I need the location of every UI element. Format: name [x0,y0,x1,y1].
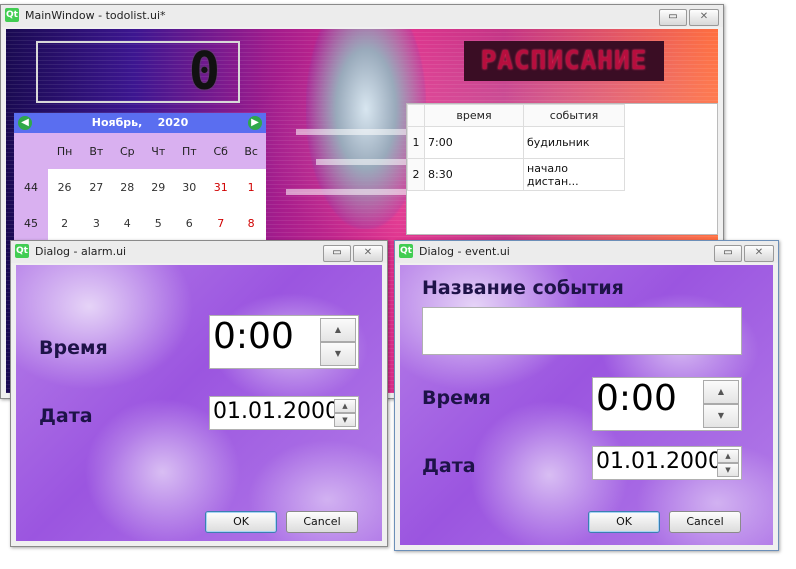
alarm-dialog-title: Dialog - alarm.ui [35,245,127,258]
weekday-header: Вт [81,133,112,169]
calendar-grid: Пн Вт Ср Чт Пт Сб Вс 44 26 27 28 29 30 3… [14,133,266,243]
weekday-header: Пт [173,133,206,169]
weekday-header-row: Пн Вт Ср Чт Пт Сб Вс [14,133,266,169]
calendar-day[interactable]: 31 [205,169,236,205]
close-button[interactable]: ✕ [744,245,774,262]
calendar-week-row: 45 2 3 4 5 6 7 8 [14,205,266,243]
weekday-header: Вс [236,133,266,169]
alarm-dialog-titlebar[interactable]: Qt Dialog - alarm.ui ▭ ✕ [11,241,387,263]
calendar-month[interactable]: Ноябрь, [92,116,143,129]
calendar-nav-bar: ◀ Ноябрь, 2020 ▶ [14,113,266,133]
weekday-header: Чт [143,133,174,169]
event-dialog-title: Dialog - event.ui [419,245,510,258]
main-window-title: MainWindow - todolist.ui* [25,9,166,22]
time-value[interactable]: 0:00 [596,378,677,419]
schedule-header-row: время события [407,104,625,127]
calendar-day[interactable]: 8 [236,205,266,242]
date-value[interactable]: 01.01.2000 [213,399,339,424]
time-value[interactable]: 0:00 [213,316,294,357]
event-dialog-titlebar[interactable]: Qt Dialog - event.ui ▭ ✕ [395,241,778,263]
qt-logo-icon: Qt [15,244,29,258]
weekday-header: Сб [205,133,237,169]
date-edit[interactable]: 01.01.2000 ▲ ▼ [592,446,742,480]
calendar-day[interactable]: 30 [173,169,205,205]
cancel-button[interactable]: Cancel [286,511,358,533]
weekday-header: Пн [48,133,82,169]
calendar-year[interactable]: 2020 [158,116,189,129]
close-button[interactable]: ✕ [353,245,383,262]
calendar-day[interactable]: 28 [111,169,143,205]
time-down-button[interactable]: ▼ [320,342,356,366]
schedule-grid: время события 1 7:00 будильник 2 8:30 на… [407,104,625,191]
next-month-icon[interactable]: ▶ [248,116,262,130]
calendar-day[interactable]: 1 [236,169,266,205]
minimize-button[interactable]: ▭ [659,9,687,26]
week-number-header [14,133,48,169]
weekday-header: Ср [111,133,144,169]
row-number[interactable]: 2 [407,158,425,191]
schedule-banner: РАСПИСАНИЕ [464,41,664,81]
date-label: Дата [422,455,476,477]
calendar-day[interactable]: 4 [111,205,143,242]
alarm-dialog-client: Время 0:00 ▲ ▼ Дата 01.01.2000 ▲ ▼ OK Ca… [16,265,382,541]
event-name-label: Название события [422,277,624,299]
ok-button[interactable]: OK [588,511,660,533]
calendar-day[interactable]: 29 [143,169,173,205]
time-label: Время [422,387,491,409]
calendar-month-year[interactable]: Ноябрь, 2020 [14,116,266,129]
time-down-button[interactable]: ▼ [703,404,739,428]
date-up-button[interactable]: ▲ [334,399,356,413]
minimize-button[interactable]: ▭ [323,245,351,262]
column-header-events[interactable]: события [523,104,625,127]
time-up-button[interactable]: ▲ [320,318,356,342]
main-window-titlebar[interactable]: Qt MainWindow - todolist.ui* ▭ ✕ [1,5,723,27]
row-number[interactable]: 1 [407,126,425,159]
glitch-stripe [286,189,406,195]
qt-logo-icon: Qt [5,8,19,22]
schedule-table[interactable]: время события 1 7:00 будильник 2 8:30 на… [406,103,718,235]
column-header-time[interactable]: время [424,104,524,127]
qt-logo-icon: Qt [399,244,413,258]
lcd-counter: 0 [36,41,240,103]
date-down-button[interactable]: ▼ [334,413,356,427]
cancel-button[interactable]: Cancel [669,511,741,533]
calendar-week-row: 44 26 27 28 29 30 31 1 [14,169,266,205]
time-cell[interactable]: 7:00 [424,126,524,159]
date-up-button[interactable]: ▲ [717,449,739,463]
calendar-day[interactable]: 27 [81,169,111,205]
week-number: 44 [14,169,48,205]
calendar-day[interactable]: 5 [143,205,173,242]
event-cell[interactable]: будильник [523,126,625,159]
event-dialog: Qt Dialog - event.ui ▭ ✕ Название событи… [394,240,779,551]
lcd-value: 0 [188,42,220,102]
calendar-day[interactable]: 7 [205,205,236,242]
date-value[interactable]: 01.01.2000 [596,449,722,474]
minimize-button[interactable]: ▭ [714,245,742,262]
event-name-input[interactable] [422,307,742,355]
table-row[interactable]: 2 8:30 начало дистан... [407,158,625,191]
date-edit[interactable]: 01.01.2000 ▲ ▼ [209,396,359,430]
ok-button[interactable]: OK [205,511,277,533]
time-cell[interactable]: 8:30 [424,158,524,191]
calendar-day[interactable]: 2 [48,205,81,242]
time-label: Время [39,337,108,359]
glitch-stripe [316,159,406,165]
row-number-header [407,104,425,127]
calendar-day[interactable]: 26 [48,169,81,205]
time-edit[interactable]: 0:00 ▲ ▼ [209,315,359,369]
close-button[interactable]: ✕ [689,9,719,26]
alarm-dialog: Qt Dialog - alarm.ui ▭ ✕ Время 0:00 ▲ ▼ … [10,240,388,547]
calendar-day[interactable]: 6 [173,205,205,242]
time-up-button[interactable]: ▲ [703,380,739,404]
event-dialog-client: Название события Время 0:00 ▲ ▼ Дата 01.… [400,265,773,545]
table-row[interactable]: 1 7:00 будильник [407,126,625,159]
calendar-day-selected[interactable]: 3 [81,205,112,243]
date-down-button[interactable]: ▼ [717,463,739,477]
event-cell[interactable]: начало дистан... [523,158,625,191]
glitch-stripe [296,129,406,135]
time-edit[interactable]: 0:00 ▲ ▼ [592,377,742,431]
calendar-widget[interactable]: ◀ Ноябрь, 2020 ▶ Пн Вт Ср Чт Пт Сб Вс 44… [14,113,266,243]
week-number: 45 [14,205,48,242]
date-label: Дата [39,405,93,427]
